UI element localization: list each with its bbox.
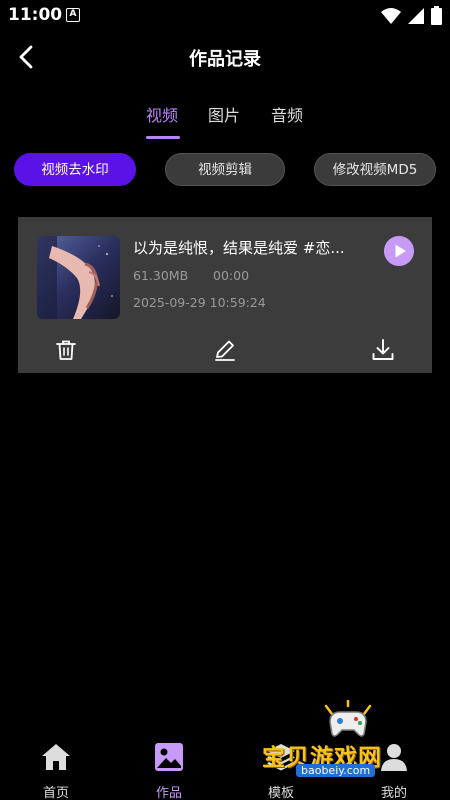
- nav-home[interactable]: 首页: [21, 735, 91, 800]
- battery-icon: [431, 6, 442, 25]
- tab-image[interactable]: 图片: [208, 102, 240, 126]
- notification-badge-icon: A: [66, 8, 80, 22]
- record-card[interactable]: 以为是纯恨，结果是纯爱 #恋... 61.30MB 00:00 2025-09-…: [18, 217, 432, 373]
- nav-label: 作品: [155, 786, 182, 800]
- watermark-url: baobeiy.com: [296, 764, 376, 777]
- remove-watermark-button[interactable]: 视频去水印: [14, 153, 136, 186]
- status-bar: 11:00 A: [0, 0, 450, 32]
- image-icon: [155, 743, 183, 771]
- record-size: 61.30MB: [133, 268, 189, 283]
- record-title: 以为是纯恨，结果是纯爱 #恋...: [133, 239, 345, 257]
- media-tabs: 视频 图片 音频: [0, 98, 450, 142]
- delete-icon[interactable]: [53, 337, 79, 363]
- play-icon[interactable]: [384, 236, 414, 266]
- nav-works[interactable]: 作品: [134, 735, 204, 800]
- site-watermark: 宝贝游戏网 baobeiy.com: [262, 700, 432, 790]
- record-duration: 00:00: [213, 268, 250, 283]
- tab-indicator: [146, 136, 180, 139]
- video-edit-button[interactable]: 视频剪辑: [165, 153, 285, 186]
- signal-icon: [408, 7, 424, 24]
- wifi-icon: [381, 7, 401, 24]
- download-icon[interactable]: [370, 337, 396, 363]
- tab-video[interactable]: 视频: [146, 102, 178, 126]
- modify-md5-button[interactable]: 修改视频MD5: [314, 153, 436, 186]
- video-thumbnail[interactable]: [37, 236, 120, 319]
- status-time: 11:00: [8, 5, 63, 25]
- edit-icon[interactable]: [212, 337, 238, 363]
- record-date: 2025-09-29 10:59:24: [133, 295, 266, 310]
- status-icons: [381, 6, 442, 25]
- gamepad-logo-icon: [324, 700, 372, 737]
- action-filters: 视频去水印 视频剪辑 修改视频MD5: [0, 153, 450, 187]
- tab-audio[interactable]: 音频: [271, 102, 303, 126]
- page-title: 作品记录: [189, 49, 261, 70]
- header: 作品记录: [0, 32, 450, 82]
- nav-label: 首页: [42, 786, 69, 800]
- home-icon: [42, 744, 70, 770]
